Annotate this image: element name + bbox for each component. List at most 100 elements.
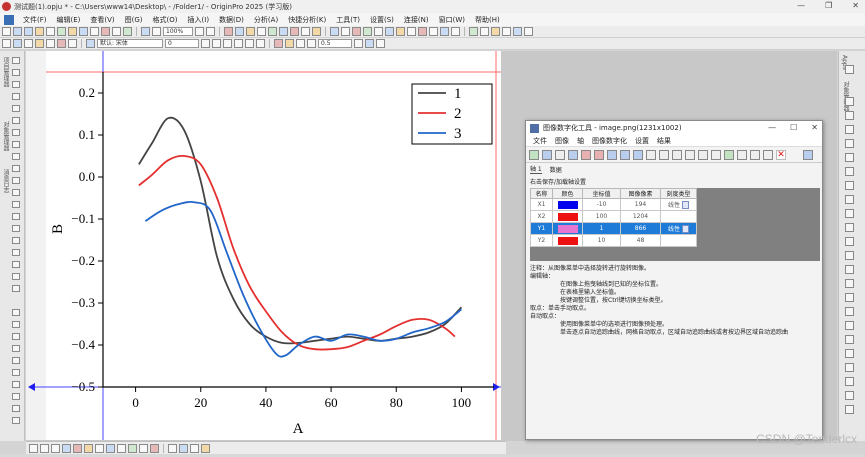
digitizer-menu-axis[interactable]: 轴 xyxy=(573,136,588,146)
text-icon[interactable] xyxy=(12,153,20,160)
app-icon[interactable] xyxy=(845,293,854,302)
digitizer-icon[interactable] xyxy=(418,27,427,36)
color-swatch[interactable] xyxy=(557,236,578,245)
font-select[interactable]: 默认: 宋体 xyxy=(97,39,163,48)
menu-file[interactable]: 文件(F) xyxy=(18,15,52,25)
line-color-icon[interactable] xyxy=(296,39,305,48)
pie-plot-icon[interactable] xyxy=(84,443,93,453)
rectangle-icon[interactable] xyxy=(12,201,20,208)
align-icon[interactable] xyxy=(480,27,489,36)
circle-icon[interactable] xyxy=(12,213,20,220)
contour-plot-icon[interactable] xyxy=(117,443,126,453)
extract-layer-icon[interactable] xyxy=(201,443,210,453)
axis-down-icon[interactable] xyxy=(763,149,773,160)
back-icon[interactable] xyxy=(502,27,511,36)
plot-setup-icon[interactable] xyxy=(301,27,310,36)
region-icon[interactable] xyxy=(12,237,20,244)
dropdown-arrow-icon[interactable] xyxy=(682,225,689,234)
axis-name-cell[interactable]: Y1 xyxy=(530,222,553,235)
menu-data[interactable]: 数据(D) xyxy=(214,15,249,25)
grid-icon[interactable] xyxy=(440,27,449,36)
polygon-icon[interactable] xyxy=(12,225,20,232)
scale-icon[interactable] xyxy=(407,27,416,36)
save-icon[interactable] xyxy=(79,27,88,36)
axis-name-cell[interactable]: Y2 xyxy=(530,234,553,247)
line-width-select[interactable]: 0.5 xyxy=(318,39,352,48)
app-icon[interactable] xyxy=(845,223,854,232)
app-icon[interactable] xyxy=(845,167,854,176)
new-matrix-icon[interactable] xyxy=(35,27,44,36)
series-line-1[interactable] xyxy=(138,116,463,345)
color-swatch[interactable] xyxy=(557,212,578,221)
zoom-select[interactable]: 100% xyxy=(163,27,193,36)
plot-icon[interactable] xyxy=(13,39,22,48)
superscript-icon[interactable] xyxy=(234,39,243,48)
ungroup-icon[interactable] xyxy=(524,27,533,36)
rotate-image-icon[interactable] xyxy=(568,149,578,160)
layer-icon[interactable] xyxy=(12,285,20,292)
rotate-icon[interactable] xyxy=(12,105,20,112)
pick-points-icon[interactable] xyxy=(581,149,591,160)
new-curve-icon[interactable] xyxy=(685,149,695,160)
color-swatch[interactable] xyxy=(557,200,578,209)
screen-reader-icon[interactable] xyxy=(12,117,20,124)
subscript-icon[interactable] xyxy=(245,39,254,48)
project-explorer-icon[interactable] xyxy=(279,27,288,36)
template-icon[interactable] xyxy=(150,443,159,453)
polar-plot-icon[interactable] xyxy=(139,443,148,453)
menu-format[interactable]: 格式(O) xyxy=(148,15,183,25)
object-manager-tab[interactable]: 对象管理器 xyxy=(1,121,9,151)
axis-icon[interactable] xyxy=(46,39,55,48)
font-color-icon[interactable] xyxy=(274,39,283,48)
app-icon[interactable] xyxy=(845,195,854,204)
link-icon[interactable] xyxy=(12,405,20,412)
stat-plot-icon[interactable] xyxy=(106,443,115,453)
new-workbook-icon[interactable] xyxy=(13,27,22,36)
menu-quick-analysis[interactable]: 快捷分析(K) xyxy=(283,15,331,25)
arrange-icon[interactable] xyxy=(469,27,478,36)
app-icon[interactable] xyxy=(845,405,854,414)
series-line-2[interactable] xyxy=(138,154,456,351)
bar-plot-icon[interactable] xyxy=(73,443,82,453)
axis-scale-cell[interactable]: 线性 xyxy=(660,222,697,235)
move-point-icon[interactable] xyxy=(646,149,656,160)
scatter-plot-icon[interactable] xyxy=(40,443,49,453)
app-icon[interactable] xyxy=(845,307,854,316)
table-icon[interactable] xyxy=(12,345,20,352)
data-reader-icon[interactable] xyxy=(12,129,20,136)
mask-icon[interactable] xyxy=(352,27,361,36)
go-to-data-icon[interactable] xyxy=(698,149,708,160)
draw-data-icon[interactable] xyxy=(12,273,20,280)
menu-analysis[interactable]: 分析(A) xyxy=(249,15,283,25)
app-icon[interactable] xyxy=(845,251,854,260)
axis-table-row[interactable]: X1 -10 194 线性 xyxy=(530,198,697,211)
command-window-icon[interactable] xyxy=(257,27,266,36)
menu-tools[interactable]: 工具(T) xyxy=(331,15,365,25)
refresh-image-icon[interactable] xyxy=(555,149,565,160)
axis-coord-cell[interactable]: 1 xyxy=(582,222,621,235)
app-icon[interactable] xyxy=(845,265,854,274)
clear-icon[interactable]: ✕ xyxy=(776,149,786,160)
theme-icon[interactable] xyxy=(312,27,321,36)
arrow-style-icon[interactable] xyxy=(354,39,363,48)
axis-left-icon[interactable] xyxy=(724,149,734,160)
x-axis-title[interactable]: A xyxy=(293,421,304,437)
layer-contents-icon[interactable] xyxy=(290,27,299,36)
fill-color-icon[interactable] xyxy=(285,39,294,48)
image-icon[interactable] xyxy=(12,369,20,376)
menu-edit[interactable]: 编辑(E) xyxy=(52,15,86,25)
extract-icon[interactable] xyxy=(451,27,460,36)
app-icon[interactable] xyxy=(845,279,854,288)
multi-panel-icon[interactable] xyxy=(168,443,177,453)
app-icon[interactable] xyxy=(845,321,854,330)
new-graph-icon[interactable] xyxy=(24,27,33,36)
window-menu-icon[interactable] xyxy=(4,14,14,25)
font-size-select[interactable]: 0 xyxy=(165,39,199,48)
axis-name-cell[interactable]: X1 xyxy=(530,198,553,211)
menu-window[interactable]: 窗口(W) xyxy=(434,15,470,25)
axis-color-cell[interactable] xyxy=(552,222,583,235)
app-icon[interactable] xyxy=(845,65,854,74)
date-icon[interactable] xyxy=(12,357,20,364)
menu-connect[interactable]: 连接(N) xyxy=(399,15,434,25)
restore-button[interactable]: ❐ xyxy=(825,1,832,10)
